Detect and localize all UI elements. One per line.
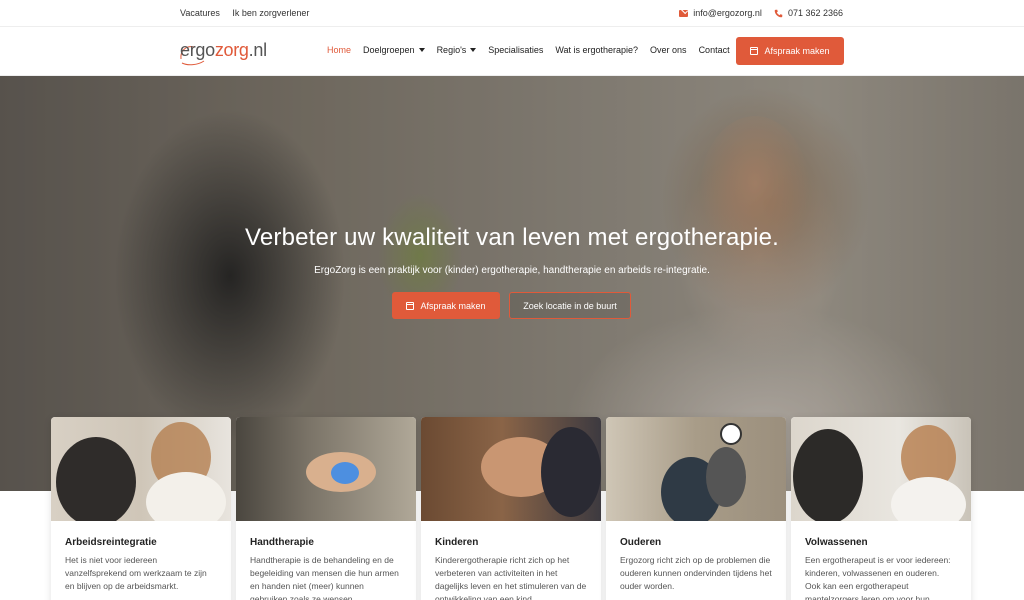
card-text: Een ergotherapeut is er voor iedereen: k… <box>805 555 951 600</box>
card-title: Volwassenen <box>805 537 868 548</box>
main-header: ergozorg.nl Home Doelgroepen Regio's Spe… <box>0 27 1024 76</box>
card-ouderen[interactable]: Ouderen Ergozorg richt zich op de proble… <box>606 417 786 600</box>
phone-link[interactable]: 071 362 2366 <box>774 8 843 18</box>
nav-contact[interactable]: Contact <box>699 45 730 55</box>
chevron-down-icon <box>418 48 425 52</box>
card-title: Arbeidsreintegratie <box>65 537 157 548</box>
card-title: Ouderen <box>620 537 662 548</box>
chevron-down-icon <box>470 48 477 52</box>
vacatures-link[interactable]: Vacatures <box>180 8 220 18</box>
nav-regios[interactable]: Regio's <box>437 45 477 55</box>
card-image <box>51 417 231 521</box>
card-text: Het is niet voor iedereen vanzelfspreken… <box>65 555 207 591</box>
main-nav: Home Doelgroepen Regio's Specialisaties … <box>327 45 730 55</box>
logo-text: ergozorg.nl <box>180 40 267 60</box>
hero-afspraak-button[interactable]: Afspraak maken <box>392 292 500 319</box>
zorgverlener-link[interactable]: Ik ben zorgverlener <box>232 8 309 18</box>
nav-wat-is-ergotherapie[interactable]: Wat is ergotherapie? <box>555 45 638 55</box>
card-text: Handtherapie is de behandeling en de beg… <box>250 555 399 600</box>
envelope-icon <box>679 9 689 17</box>
nav-over-ons[interactable]: Over ons <box>650 45 687 55</box>
hero-title: Verbeter uw kwaliteit van leven met ergo… <box>244 224 780 251</box>
nav-home[interactable]: Home <box>327 45 351 55</box>
calendar-icon <box>406 301 415 310</box>
card-image <box>421 417 601 521</box>
card-title: Handtherapie <box>250 537 314 548</box>
email-text: info@ergozorg.nl <box>693 8 762 18</box>
doelgroepen-cards: Arbeidsreintegratie Het is niet voor ied… <box>51 417 973 600</box>
phone-text: 071 362 2366 <box>787 8 843 18</box>
top-links: Vacatures Ik ben zorgverlener <box>180 8 319 18</box>
zoek-locatie-button[interactable]: Zoek locatie in de buurt <box>509 292 631 319</box>
afspraak-maken-button[interactable]: Afspraak maken <box>736 37 844 65</box>
card-title: Kinderen <box>435 537 479 548</box>
card-image <box>236 417 416 521</box>
card-handtherapie[interactable]: Handtherapie Handtherapie is de behandel… <box>236 417 416 600</box>
ergozorg-logo[interactable]: ergozorg.nl <box>180 39 267 66</box>
card-kinderen[interactable]: Kinderen Kinderergotherapie richt zich o… <box>421 417 601 600</box>
card-image <box>606 417 786 521</box>
top-contact: info@ergozorg.nl 071 362 2366 <box>679 8 843 18</box>
nav-specialisaties[interactable]: Specialisaties <box>488 45 543 55</box>
card-volwassenen[interactable]: Volwassenen Een ergotherapeut is er voor… <box>791 417 971 600</box>
phone-icon <box>774 9 783 17</box>
hero-subtitle: ErgoZorg is een praktijk voor (kinder) e… <box>314 265 710 276</box>
card-text: Ergozorg richt zich op de problemen die … <box>620 555 772 591</box>
nav-doelgroepen[interactable]: Doelgroepen <box>363 45 425 55</box>
email-link[interactable]: info@ergozorg.nl <box>679 8 762 18</box>
calendar-icon <box>750 47 759 55</box>
card-text: Kinderergotherapie richt zich op het ver… <box>435 555 587 600</box>
top-bar: Vacatures Ik ben zorgverlener info@ergoz… <box>0 0 1024 27</box>
card-image <box>791 417 971 521</box>
card-arbeidsreintegratie[interactable]: Arbeidsreintegratie Het is niet voor ied… <box>51 417 231 600</box>
